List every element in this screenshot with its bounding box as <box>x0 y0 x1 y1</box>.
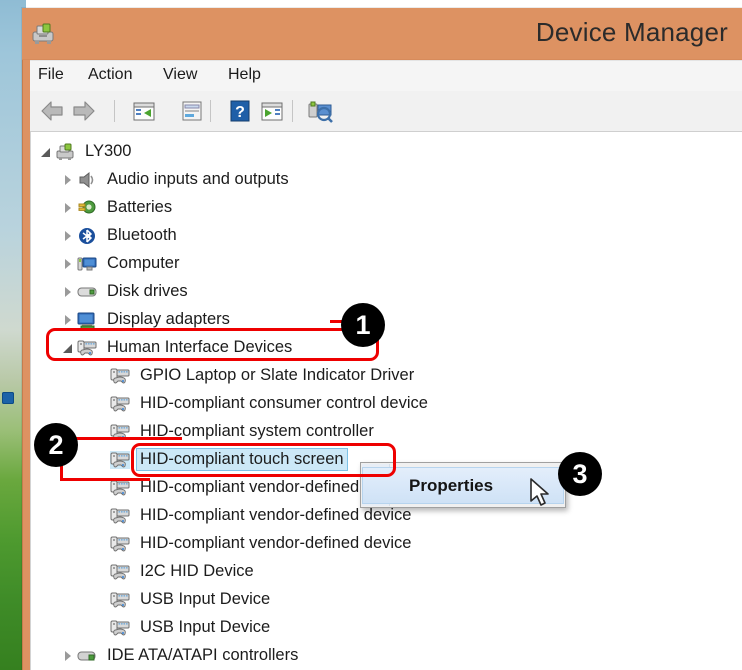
menu-bar: File Action View Help <box>30 60 742 91</box>
ide-controller-icon <box>77 647 97 665</box>
menu-view[interactable]: View <box>161 66 199 84</box>
tree-node-label: HID-compliant touch screen <box>137 449 347 470</box>
hid-icon <box>110 423 130 441</box>
properties-icon[interactable] <box>178 98 206 124</box>
window-title: Device Manager <box>535 17 728 47</box>
toolbar-separator <box>210 100 211 122</box>
chevron-right-icon[interactable] <box>61 228 77 244</box>
tree-node-label: HID-compliant consumer control device <box>140 394 428 412</box>
tree-node-ly300[interactable]: LY300 <box>31 138 742 165</box>
battery-icon <box>77 199 97 217</box>
disk-drive-icon <box>77 283 97 301</box>
chevron-right-icon[interactable] <box>61 200 77 216</box>
chevron-expanded-icon[interactable] <box>61 340 77 356</box>
tree-node-label: Computer <box>107 254 180 272</box>
menu-action[interactable]: Action <box>86 66 134 84</box>
tree-node-label: Display adapters <box>107 310 230 328</box>
tree-node-hid-compliant-system-controller[interactable]: HID-compliant system controller <box>31 418 742 445</box>
hid-icon <box>77 339 97 357</box>
computer-icon <box>77 255 97 273</box>
hid-icon <box>110 535 130 553</box>
tree-node-usb-input-device-2[interactable]: USB Input Device <box>31 614 742 641</box>
svg-text:?: ? <box>235 104 245 121</box>
chevron-right-icon[interactable] <box>61 172 77 188</box>
tree-node-computer[interactable]: Computer <box>31 250 742 277</box>
chevron-right-icon[interactable] <box>61 256 77 272</box>
toolbar-separator <box>292 100 293 122</box>
tree-node-hid-compliant-vendor-defined-device-3[interactable]: HID-compliant vendor-defined device <box>31 530 742 557</box>
tree-node-bluetooth[interactable]: Bluetooth <box>31 222 742 249</box>
hid-icon <box>110 563 130 581</box>
hid-icon <box>110 591 130 609</box>
context-menu-item-label: Properties <box>409 475 494 495</box>
computer-tower-icon <box>55 143 75 161</box>
tree-node-disk-drives[interactable]: Disk drives <box>31 278 742 305</box>
tree-node-label: I2C HID Device <box>140 562 254 580</box>
chevron-right-icon[interactable] <box>61 284 77 300</box>
tree-node-label: LY300 <box>85 142 132 160</box>
show-hide-console-tree-icon[interactable] <box>130 98 158 124</box>
hid-icon <box>110 367 130 385</box>
hid-icon <box>110 619 130 637</box>
tree-node-label: Bluetooth <box>107 226 177 244</box>
toolbar: ? <box>30 91 742 132</box>
toolbar-separator <box>114 100 115 122</box>
tree-node-hid-compliant-consumer-control-device[interactable]: HID-compliant consumer control device <box>31 390 742 417</box>
menu-help[interactable]: Help <box>226 66 263 84</box>
tree-node-label: HID-compliant vendor-defined device <box>140 534 412 552</box>
tree-node-audio-inputs-and-outputs[interactable]: Audio inputs and outputs <box>31 166 742 193</box>
device-manager-icon <box>30 22 56 46</box>
title-bar[interactable]: Device Manager <box>22 8 742 60</box>
chevron-expanded-icon[interactable] <box>39 144 55 160</box>
update-driver-icon[interactable] <box>258 98 286 124</box>
tree-node-usb-input-device-1[interactable]: USB Input Device <box>31 586 742 613</box>
chevron-right-icon[interactable] <box>61 312 77 328</box>
tree-node-label: Batteries <box>107 198 173 216</box>
device-tree[interactable]: LY300 Audio inputs and outputs Batteries <box>30 132 742 670</box>
hid-icon <box>110 450 130 469</box>
tree-node-label: USB Input Device <box>140 618 271 636</box>
tree-node-label: IDE ATA/ATAPI controllers <box>107 646 299 664</box>
tree-node-label: GPIO Laptop or Slate Indicator Driver <box>140 366 415 384</box>
tree-node-label: Human Interface Devices <box>107 338 293 356</box>
tree-node-label: HID-compliant vendor-defined device <box>140 506 412 524</box>
tree-node-human-interface-devices[interactable]: Human Interface Devices <box>31 334 742 361</box>
help-icon[interactable]: ? <box>226 98 254 124</box>
menu-file[interactable]: File <box>36 66 66 84</box>
display-adapter-icon <box>77 311 97 329</box>
tree-node-i2c-hid-device[interactable]: I2C HID Device <box>31 558 742 585</box>
hid-icon <box>110 395 130 413</box>
tree-node-label: Disk drives <box>107 282 188 300</box>
callout-badge-1: 1 <box>341 303 385 347</box>
bluetooth-icon <box>77 227 97 245</box>
desktop-icon[interactable] <box>2 392 14 404</box>
tree-node-gpio-laptop-or-slate-indicator-driver[interactable]: GPIO Laptop or Slate Indicator Driver <box>31 362 742 389</box>
context-menu[interactable]: Properties <box>360 462 566 508</box>
forward-arrow-icon[interactable] <box>70 98 98 124</box>
tree-node-batteries[interactable]: Batteries <box>31 194 742 221</box>
chevron-right-icon[interactable] <box>61 648 77 664</box>
tree-node-ide-ata-atapi-controllers[interactable]: IDE ATA/ATAPI controllers <box>31 642 742 669</box>
hid-icon <box>110 507 130 525</box>
callout-badge-3: 3 <box>558 452 602 496</box>
back-arrow-icon[interactable] <box>38 98 66 124</box>
speaker-icon <box>77 171 97 189</box>
tree-node-display-adapters[interactable]: Display adapters <box>31 306 742 333</box>
scan-for-hardware-changes-icon[interactable] <box>306 98 334 124</box>
tree-node-label: HID-compliant system controller <box>140 422 374 440</box>
callout-badge-2: 2 <box>34 423 78 467</box>
hid-icon <box>110 479 130 497</box>
tree-node-label: Audio inputs and outputs <box>107 170 289 188</box>
context-menu-item-properties[interactable]: Properties <box>362 467 564 504</box>
tree-node-label: USB Input Device <box>140 590 271 608</box>
